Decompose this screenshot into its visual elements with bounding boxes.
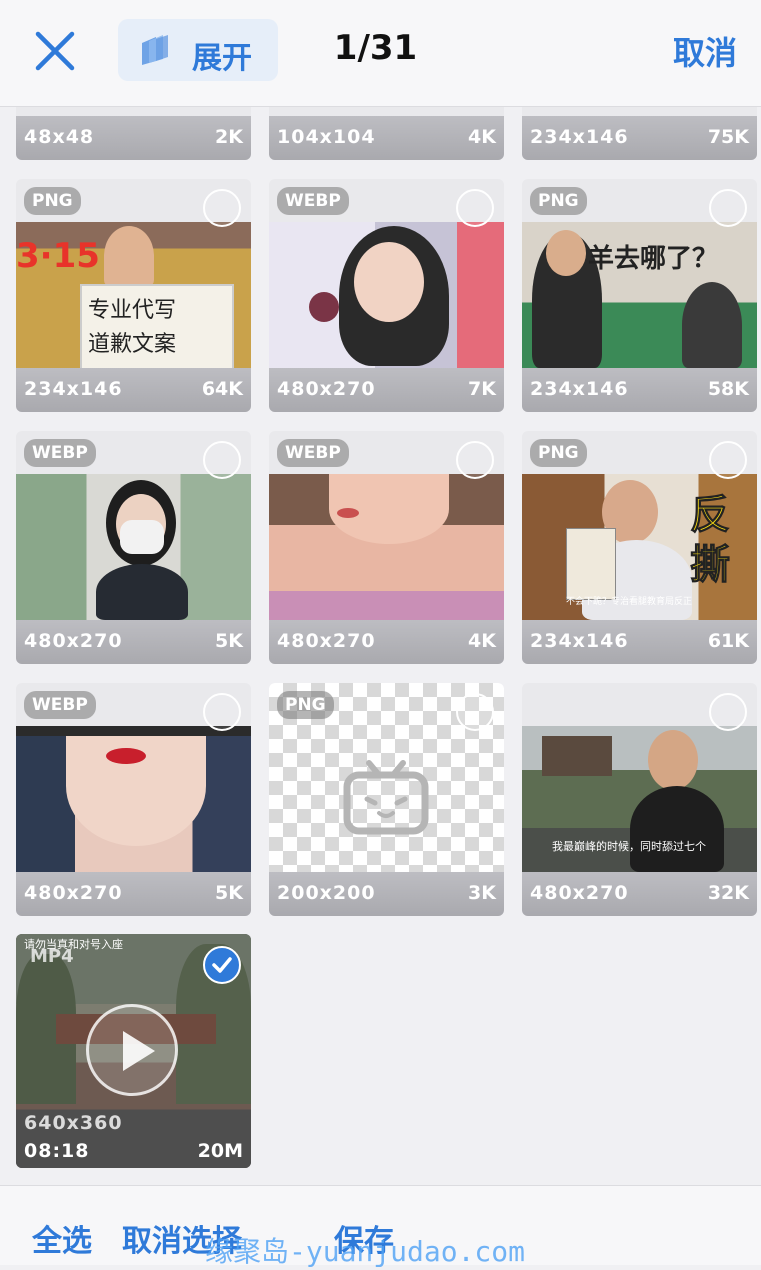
format-badge: MP4	[30, 946, 74, 967]
checkmark-icon	[212, 957, 232, 973]
resolution-label: 200x200	[277, 882, 376, 904]
play-icon	[123, 1031, 155, 1071]
resolution-label: 480x270	[277, 378, 376, 400]
thumbnail-image	[269, 222, 504, 368]
resolution-label: 480x270	[24, 882, 123, 904]
format-badge: PNG	[24, 187, 81, 215]
size-label: 5K	[215, 882, 243, 904]
media-cell[interactable]: PNG 200x200 3K	[269, 683, 504, 916]
info-bar: 480x270 32K	[522, 872, 757, 916]
thumb-text: 3·15	[16, 236, 100, 276]
top-bar: 展开 1/31 取消	[0, 0, 761, 107]
info-bar: 480x270 7K	[269, 368, 504, 412]
thumbnail-image	[269, 474, 504, 620]
video-cell[interactable]: 请勿当真和对号入座 MP4 640x360 08:18 20M	[16, 934, 251, 1168]
select-checkbox[interactable]	[203, 189, 241, 227]
select-checkbox[interactable]	[709, 189, 747, 227]
select-checkbox[interactable]	[203, 693, 241, 731]
format-badge: WEBP	[24, 439, 96, 467]
media-cell[interactable]: 104x104 4K	[269, 100, 504, 160]
format-badge: PNG	[530, 439, 587, 467]
thumb-text: 不会下跪？专治看腿教育局反正	[566, 597, 693, 607]
thumbnail-image: 羊去哪了？	[522, 222, 757, 368]
size-label: 7K	[468, 378, 496, 400]
resolution-label: 480x270	[530, 882, 629, 904]
thumbnail-image: 我最巅峰的时候，同时舔过七个	[522, 726, 757, 872]
resolution-label: 234x146	[530, 126, 629, 148]
thumb-text: 专业代写	[88, 298, 177, 323]
media-cell[interactable]: WEBP 480x270 5K	[16, 683, 251, 916]
size-label: 4K	[468, 630, 496, 652]
play-button[interactable]	[86, 1004, 178, 1096]
select-checkbox[interactable]	[203, 441, 241, 479]
size-label: 4K	[468, 126, 496, 148]
info-bar: 48x48 2K	[16, 116, 251, 160]
size-label: 5K	[215, 630, 243, 652]
size-label: 75K	[707, 126, 749, 148]
size-label: 61K	[707, 630, 749, 652]
select-all-button[interactable]: 全选	[32, 1216, 92, 1260]
media-grid: 48x48 2K 104x104 4K 234x146 75K 3·15 专业代…	[0, 0, 761, 1185]
info-bar: 234x146 58K	[522, 368, 757, 412]
info-bar: 234x146 64K	[16, 368, 251, 412]
size-label: 2K	[215, 126, 243, 148]
media-cell[interactable]: 48x48 2K	[16, 100, 251, 160]
size-label: 20M	[197, 1140, 243, 1162]
watermark-text: 缘聚岛-yuanjudao.com	[205, 1235, 526, 1268]
select-checkbox-checked[interactable]	[203, 946, 241, 984]
counter-text: 1/31	[333, 28, 418, 68]
info-bar: 480x270 4K	[269, 620, 504, 664]
media-cell[interactable]: 反 撕 不会下跪？专治看腿教育局反正 PNG 234x146 61K	[522, 431, 757, 664]
info-bar: 234x146 61K	[522, 620, 757, 664]
select-checkbox[interactable]	[456, 693, 494, 731]
duration-label: 08:18	[24, 1140, 90, 1162]
resolution-label: 480x270	[24, 630, 123, 652]
media-cell[interactable]: 羊去哪了？ PNG 234x146 58K	[522, 179, 757, 412]
info-bar: 200x200 3K	[269, 872, 504, 916]
page-counter: 1/31	[0, 28, 761, 68]
format-badge: WEBP	[24, 691, 96, 719]
media-cell[interactable]: WEBP 480x270 5K	[16, 431, 251, 664]
thumb-text: 羊去哪了？	[588, 244, 719, 274]
bilibili-tv-icon	[343, 760, 429, 835]
resolution-label: 104x104	[277, 126, 376, 148]
resolution-label: 234x146	[530, 378, 629, 400]
format-badge: WEBP	[277, 439, 349, 467]
thumbnail-image: 3·15 专业代写 道歉文案	[16, 222, 251, 368]
thumb-text: 道歉文案	[88, 332, 177, 357]
info-bar: 104x104 4K	[269, 116, 504, 160]
cancel-button[interactable]: 取消	[673, 28, 737, 74]
info-bar: 480x270 5K	[16, 620, 251, 664]
format-badge: PNG	[277, 691, 334, 719]
size-label: 3K	[468, 882, 496, 904]
format-badge: WEBP	[277, 187, 349, 215]
size-label: 64K	[201, 378, 243, 400]
resolution-label: 234x146	[24, 378, 123, 400]
media-cell[interactable]: 234x146 75K	[522, 100, 757, 160]
info-bar: 234x146 75K	[522, 116, 757, 160]
format-badge: PNG	[530, 187, 587, 215]
size-label: 32K	[707, 882, 749, 904]
resolution-label: 234x146	[530, 630, 629, 652]
thumb-text: 我最巅峰的时候，同时舔过七个	[552, 840, 706, 853]
media-cell[interactable]: 3·15 专业代写 道歉文案 PNG 234x146 64K	[16, 179, 251, 412]
resolution-label: 48x48	[24, 126, 95, 148]
thumbnail-image	[16, 726, 251, 872]
thumb-text: 撕	[690, 542, 731, 589]
info-bar: 480x270 5K	[16, 872, 251, 916]
resolution-label: 640x360	[24, 1112, 123, 1134]
media-cell[interactable]: WEBP 480x270 7K	[269, 179, 504, 412]
resolution-label: 480x270	[277, 630, 376, 652]
media-cell[interactable]: 我最巅峰的时候，同时舔过七个 480x270 32K	[522, 683, 757, 916]
select-checkbox[interactable]	[709, 693, 747, 731]
select-checkbox[interactable]	[456, 441, 494, 479]
select-checkbox[interactable]	[709, 441, 747, 479]
size-label: 58K	[707, 378, 749, 400]
select-checkbox[interactable]	[456, 189, 494, 227]
media-cell[interactable]: WEBP 480x270 4K	[269, 431, 504, 664]
thumbnail-image	[16, 474, 251, 620]
thumbnail-image: 反 撕 不会下跪？专治看腿教育局反正	[522, 474, 757, 620]
